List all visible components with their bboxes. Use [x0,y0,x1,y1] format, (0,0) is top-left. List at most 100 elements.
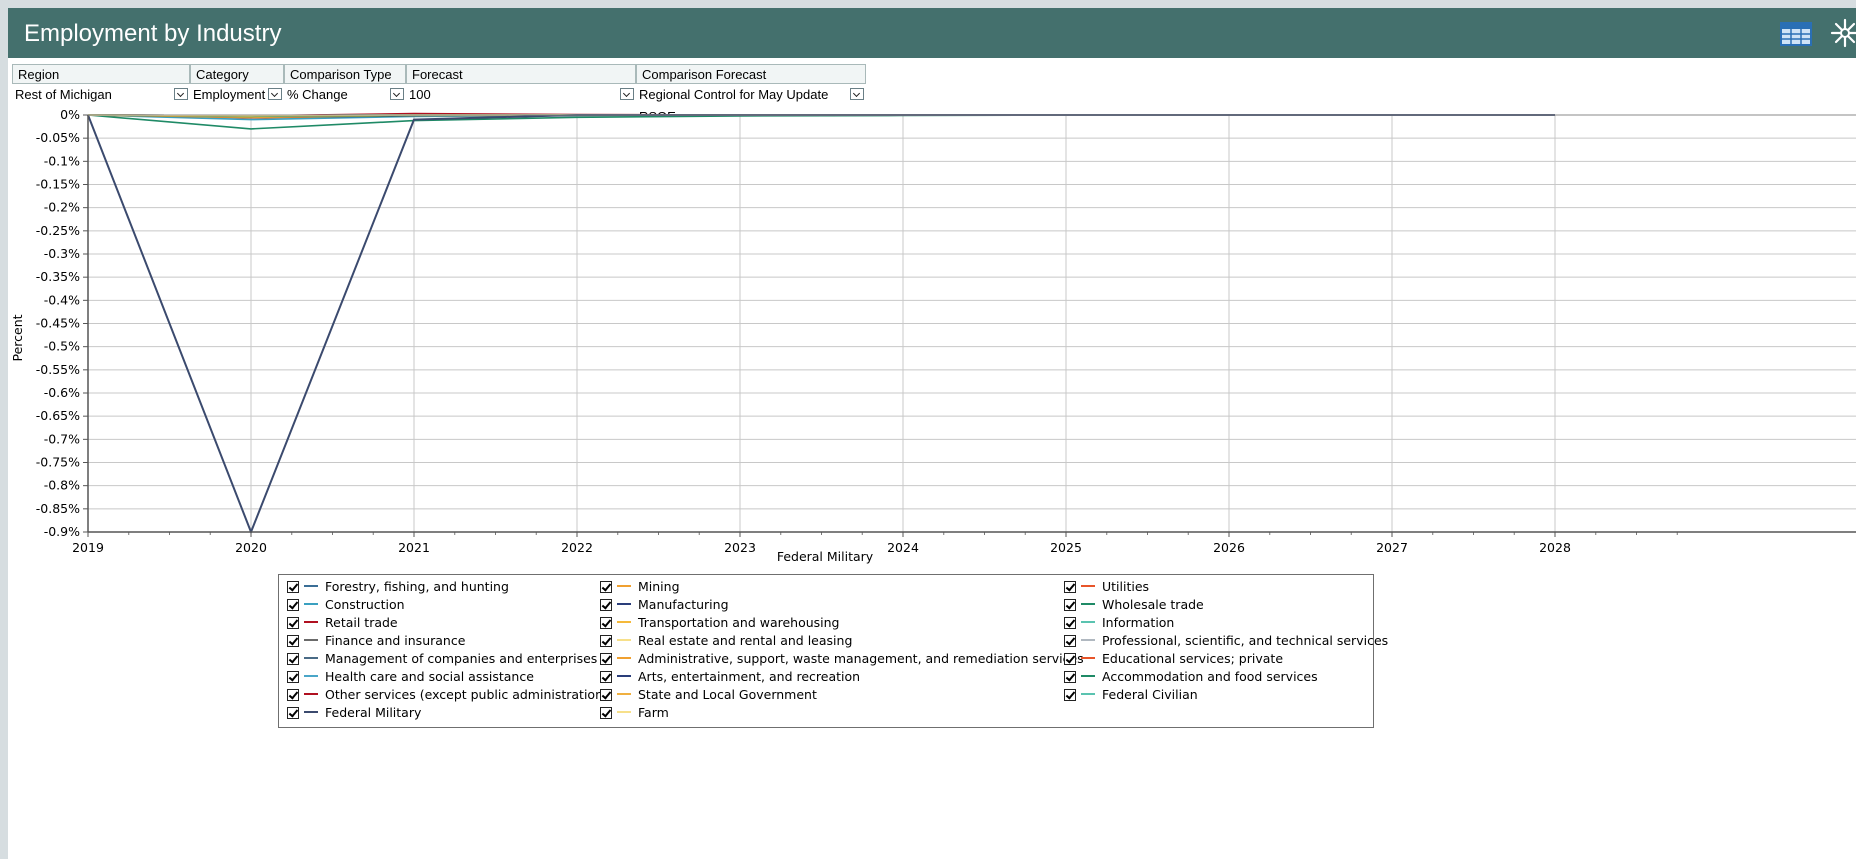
expand-arrows-icon[interactable] [1830,18,1856,48]
y-tick-label: -0.55% [36,362,80,377]
x-tick-label: 2019 [72,540,104,555]
legend-label: Educational services; private [1102,651,1284,666]
chart-grid [87,114,1856,533]
legend-swatch [1081,639,1095,641]
legend-swatch [304,711,318,713]
table-grid-icon[interactable] [1780,22,1812,46]
comparison-type-selector: Comparison Type % Change [284,64,406,108]
legend-label: Management of companies and enterprises [325,651,598,666]
legend-checkbox[interactable] [287,581,299,593]
legend-checkbox[interactable] [287,671,299,683]
legend-item[interactable]: Retail trade [287,614,398,632]
legend-item[interactable]: Educational services; private [1064,650,1283,668]
x-tick-label: 2022 [561,540,593,555]
legend-checkbox[interactable] [287,599,299,611]
legend-item[interactable]: Health care and social assistance [287,668,534,686]
forecast-header: Forecast [406,64,636,84]
legend-checkbox[interactable] [600,617,612,629]
legend-checkbox[interactable] [287,689,299,701]
y-tick-label: -0.6% [44,385,80,400]
legend-label: Federal Civilian [1102,687,1198,702]
legend-swatch [617,639,631,641]
chevron-down-icon[interactable] [268,88,282,100]
comparison-forecast-dropdown[interactable]: Regional Control for May Update RSQE [636,84,866,124]
forecast-dropdown[interactable]: 100 [406,84,636,106]
legend-label: Information [1102,615,1175,630]
legend-checkbox[interactable] [287,635,299,647]
legend-item[interactable]: Finance and insurance [287,632,465,650]
legend-checkbox[interactable] [1064,617,1076,629]
legend-swatch [304,585,318,587]
legend-item[interactable]: Professional, scientific, and technical … [1064,632,1388,650]
legend-checkbox[interactable] [600,581,612,593]
legend-item[interactable]: Farm [600,704,669,722]
legend-item[interactable]: Construction [287,596,405,614]
legend-item[interactable]: Wholesale trade [1064,596,1204,614]
legend-checkbox[interactable] [600,707,612,719]
legend-checkbox[interactable] [600,599,612,611]
comparison-type-value: % Change [287,87,348,102]
chevron-down-icon[interactable] [850,88,864,100]
legend-item[interactable]: Arts, entertainment, and recreation [600,668,860,686]
category-dropdown[interactable]: Employment [190,84,284,106]
legend-checkbox[interactable] [1064,689,1076,701]
legend-swatch [304,639,318,641]
x-tick-label: 2024 [887,540,919,555]
legend-label: Arts, entertainment, and recreation [638,669,861,684]
legend-swatch [304,657,318,659]
chevron-down-icon[interactable] [620,88,634,100]
employment-panel: Employment by Industry Region Rest of Mi… [8,8,1856,859]
legend-checkbox[interactable] [287,653,299,665]
x-tick-label: 2027 [1376,540,1408,555]
legend-checkbox[interactable] [600,635,612,647]
legend-checkbox[interactable] [1064,635,1076,647]
comparison-type-dropdown[interactable]: % Change [284,84,406,106]
region-dropdown[interactable]: Rest of Michigan [12,84,190,106]
forecast-selector: Forecast 100 [406,64,636,108]
x-tick-label: 2028 [1539,540,1571,555]
region-header: Region [12,64,190,84]
legend-checkbox[interactable] [287,617,299,629]
comparison-forecast-selector: Comparison Forecast Regional Control for… [636,64,866,124]
panel-title: Employment by Industry [24,20,282,47]
legend-checkbox[interactable] [1064,581,1076,593]
legend-checkbox[interactable] [1064,599,1076,611]
y-tick-label: -0.7% [44,431,80,446]
legend-item[interactable]: Information [1064,614,1174,632]
legend-swatch [617,603,631,605]
legend-item[interactable]: Forestry, fishing, and hunting [287,578,509,596]
x-tick-label: 2020 [235,540,267,555]
legend-item[interactable]: Other services (except public administra… [287,686,608,704]
category-selector: Category Employment [190,64,284,108]
legend-item[interactable]: Accommodation and food services [1064,668,1318,686]
legend-item[interactable]: State and Local Government [600,686,817,704]
chevron-down-icon[interactable] [174,88,188,100]
legend-item[interactable]: Real estate and rental and leasing [600,632,852,650]
legend-item[interactable]: Administrative, support, waste managemen… [600,650,1084,668]
comparison-type-header: Comparison Type [284,64,406,84]
legend-item[interactable]: Manufacturing [600,596,729,614]
legend-label: Real estate and rental and leasing [638,633,853,648]
legend-item[interactable]: Federal Civilian [1064,686,1198,704]
legend-item[interactable]: Management of companies and enterprises [287,650,597,668]
legend-checkbox[interactable] [287,707,299,719]
legend-item[interactable]: Utilities [1064,578,1149,596]
comparison-forecast-header: Comparison Forecast [636,64,866,84]
legend-item[interactable]: Transportation and warehousing [600,614,840,632]
legend-item[interactable]: Federal Military [287,704,421,722]
legend-checkbox[interactable] [600,653,612,665]
y-tick-label: -0.4% [44,292,80,307]
legend-checkbox[interactable] [600,689,612,701]
chevron-down-icon[interactable] [390,88,404,100]
legend-swatch [1081,657,1095,659]
y-tick-label: -0.9% [44,524,80,539]
legend-checkbox[interactable] [1064,653,1076,665]
legend-item[interactable]: Mining [600,578,680,596]
legend-swatch [617,657,631,659]
legend-swatch [617,693,631,695]
legend-checkbox[interactable] [1064,671,1076,683]
legend-checkbox[interactable] [600,671,612,683]
legend-swatch [1081,675,1095,677]
x-tick-label: 2026 [1213,540,1245,555]
legend-label: Wholesale trade [1102,597,1204,612]
